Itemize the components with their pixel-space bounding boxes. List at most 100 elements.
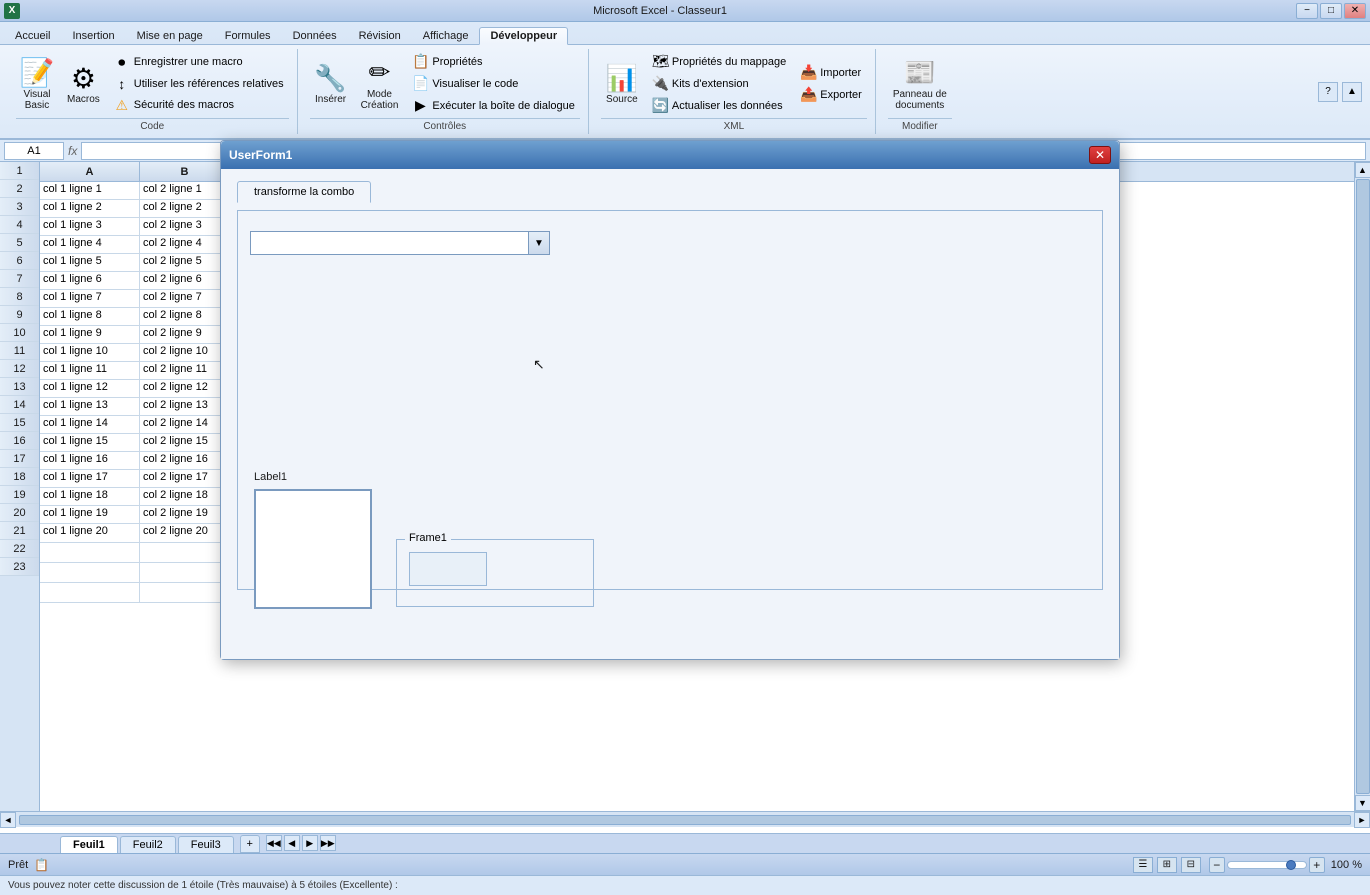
- cell-r18-c0[interactable]: col 1 ligne 18: [40, 488, 140, 506]
- tab-first-button[interactable]: ◀◀: [266, 835, 282, 851]
- cell-r6-c1[interactable]: col 2 ligne 6: [140, 272, 230, 290]
- macros-button[interactable]: ⚙ Macros: [62, 59, 105, 108]
- tab-last-button[interactable]: ▶▶: [320, 835, 336, 851]
- cell-r2-c1[interactable]: col 2 ligne 2: [140, 200, 230, 218]
- zoom-in-button[interactable]: +: [1309, 857, 1325, 873]
- scroll-down-button[interactable]: ▼: [1355, 795, 1370, 811]
- frame-inner-control[interactable]: [409, 552, 487, 586]
- cell-r8-c1[interactable]: col 2 ligne 8: [140, 308, 230, 326]
- tab-next-button[interactable]: ▶: [302, 835, 318, 851]
- page-layout-button[interactable]: ⊞: [1157, 857, 1177, 873]
- dialog-close-button[interactable]: ✕: [1089, 146, 1111, 164]
- cell-r21-c0[interactable]: [40, 543, 140, 563]
- sheet-tab-feuil3[interactable]: Feuil3: [178, 836, 234, 853]
- tab-developpeur[interactable]: Développeur: [479, 27, 568, 45]
- securite-macros-button[interactable]: ⚠ Sécurité des macros: [109, 95, 289, 116]
- cell-r15-c1[interactable]: col 2 ligne 15: [140, 434, 230, 452]
- visual-basic-button[interactable]: 📝 VisualBasic: [16, 54, 58, 114]
- tab-formules[interactable]: Formules: [214, 27, 282, 44]
- kits-extension-button[interactable]: 🔌 Kits d'extension: [647, 73, 791, 94]
- horizontal-scrollbar[interactable]: ◄ ►: [0, 811, 1370, 827]
- utiliser-references-button[interactable]: ↕ Utiliser les références relatives: [109, 74, 289, 94]
- cell-r21-c1[interactable]: [140, 543, 230, 563]
- add-sheet-button[interactable]: +: [240, 835, 260, 853]
- exporter-button[interactable]: 📤 Exporter: [795, 84, 867, 105]
- zoom-slider[interactable]: [1227, 861, 1307, 869]
- tab-insertion[interactable]: Insertion: [61, 27, 125, 44]
- cell-r3-c0[interactable]: col 1 ligne 3: [40, 218, 140, 236]
- cell-r8-c0[interactable]: col 1 ligne 8: [40, 308, 140, 326]
- panneau-button[interactable]: 📰 Panneau dedocuments: [888, 54, 952, 114]
- sheet-tab-feuil1[interactable]: Feuil1: [60, 836, 118, 853]
- inserer-button[interactable]: 🔧 Insérer: [310, 59, 352, 108]
- cell-r23-c1[interactable]: [140, 583, 230, 603]
- cell-r10-c1[interactable]: col 2 ligne 10: [140, 344, 230, 362]
- dialog-tab-transforme[interactable]: transforme la combo: [237, 181, 371, 203]
- tab-revision[interactable]: Révision: [348, 27, 412, 44]
- scroll-up-button[interactable]: ▲: [1355, 162, 1370, 178]
- enregistrer-macro-button[interactable]: ⏺ Enregistrer une macro: [109, 52, 289, 73]
- mode-creation-button[interactable]: ✏ ModeCréation: [356, 54, 404, 114]
- tab-prev-button[interactable]: ◀: [284, 835, 300, 851]
- cell-r5-c0[interactable]: col 1 ligne 5: [40, 254, 140, 272]
- cell-r17-c0[interactable]: col 1 ligne 17: [40, 470, 140, 488]
- proprietes-button[interactable]: 📋 Propriétés: [407, 51, 580, 72]
- cell-r3-c1[interactable]: col 2 ligne 3: [140, 218, 230, 236]
- cell-r22-c1[interactable]: [140, 563, 230, 583]
- cell-r18-c1[interactable]: col 2 ligne 18: [140, 488, 230, 506]
- cell-r9-c1[interactable]: col 2 ligne 9: [140, 326, 230, 344]
- cell-r11-c1[interactable]: col 2 ligne 11: [140, 362, 230, 380]
- scroll-left-button[interactable]: ◄: [0, 812, 16, 828]
- cell-r13-c0[interactable]: col 1 ligne 13: [40, 398, 140, 416]
- cell-r4-c1[interactable]: col 2 ligne 4: [140, 236, 230, 254]
- tab-affichage[interactable]: Affichage: [412, 27, 480, 44]
- scroll-thumb-v[interactable]: [1356, 179, 1370, 794]
- normal-view-button[interactable]: ☰: [1133, 857, 1153, 873]
- name-box[interactable]: [4, 142, 64, 160]
- cell-r12-c0[interactable]: col 1 ligne 12: [40, 380, 140, 398]
- tab-mise-en-page[interactable]: Mise en page: [126, 27, 214, 44]
- zoom-slider-thumb[interactable]: [1286, 860, 1296, 870]
- proprietes-mappage-button[interactable]: 🗺 Propriétés du mappage: [647, 51, 791, 72]
- cell-r1-c1[interactable]: col 2 ligne 1: [140, 182, 230, 200]
- ribbon-collapse-button[interactable]: ▲: [1342, 82, 1362, 102]
- minimize-button[interactable]: −: [1296, 3, 1318, 19]
- scroll-thumb-h[interactable]: [19, 815, 1351, 825]
- executer-boite-button[interactable]: ▶ Exécuter la boîte de dialogue: [407, 95, 580, 116]
- cell-r20-c0[interactable]: col 1 ligne 20: [40, 524, 140, 543]
- actualiser-button[interactable]: 🔄 Actualiser les données: [647, 95, 791, 116]
- visualiser-code-button[interactable]: 📄 Visualiser le code: [407, 73, 580, 94]
- cell-r14-c1[interactable]: col 2 ligne 14: [140, 416, 230, 434]
- combo-input[interactable]: [250, 231, 550, 255]
- source-button[interactable]: 📊 Source: [601, 59, 643, 108]
- scroll-right-button[interactable]: ►: [1354, 812, 1370, 828]
- maximize-button[interactable]: □: [1320, 3, 1342, 19]
- cell-r23-c0[interactable]: [40, 583, 140, 603]
- cell-r4-c0[interactable]: col 1 ligne 4: [40, 236, 140, 254]
- page-break-button[interactable]: ⊟: [1181, 857, 1201, 873]
- cell-r13-c1[interactable]: col 2 ligne 13: [140, 398, 230, 416]
- cell-r6-c0[interactable]: col 1 ligne 6: [40, 272, 140, 290]
- tab-donnees[interactable]: Données: [282, 27, 348, 44]
- cell-r15-c0[interactable]: col 1 ligne 15: [40, 434, 140, 452]
- zoom-out-button[interactable]: −: [1209, 857, 1225, 873]
- importer-button[interactable]: 📥 Importer: [795, 62, 867, 83]
- cell-r16-c0[interactable]: col 1 ligne 16: [40, 452, 140, 470]
- cell-r22-c0[interactable]: [40, 563, 140, 583]
- cell-r16-c1[interactable]: col 2 ligne 16: [140, 452, 230, 470]
- cell-r1-c0[interactable]: col 1 ligne 1: [40, 182, 140, 200]
- cell-r19-c0[interactable]: col 1 ligne 19: [40, 506, 140, 524]
- cell-r2-c0[interactable]: col 1 ligne 2: [40, 200, 140, 218]
- cell-r10-c0[interactable]: col 1 ligne 10: [40, 344, 140, 362]
- help-button[interactable]: ?: [1318, 82, 1338, 102]
- tab-accueil[interactable]: Accueil: [4, 27, 61, 44]
- cell-r12-c1[interactable]: col 2 ligne 12: [140, 380, 230, 398]
- cell-r11-c0[interactable]: col 1 ligne 11: [40, 362, 140, 380]
- listbox[interactable]: [254, 489, 372, 609]
- cell-r17-c1[interactable]: col 2 ligne 17: [140, 470, 230, 488]
- cell-r7-c0[interactable]: col 1 ligne 7: [40, 290, 140, 308]
- sheet-tab-feuil2[interactable]: Feuil2: [120, 836, 176, 853]
- combo-dropdown-button[interactable]: ▼: [528, 231, 550, 255]
- cell-r5-c1[interactable]: col 2 ligne 5: [140, 254, 230, 272]
- cell-r9-c0[interactable]: col 1 ligne 9: [40, 326, 140, 344]
